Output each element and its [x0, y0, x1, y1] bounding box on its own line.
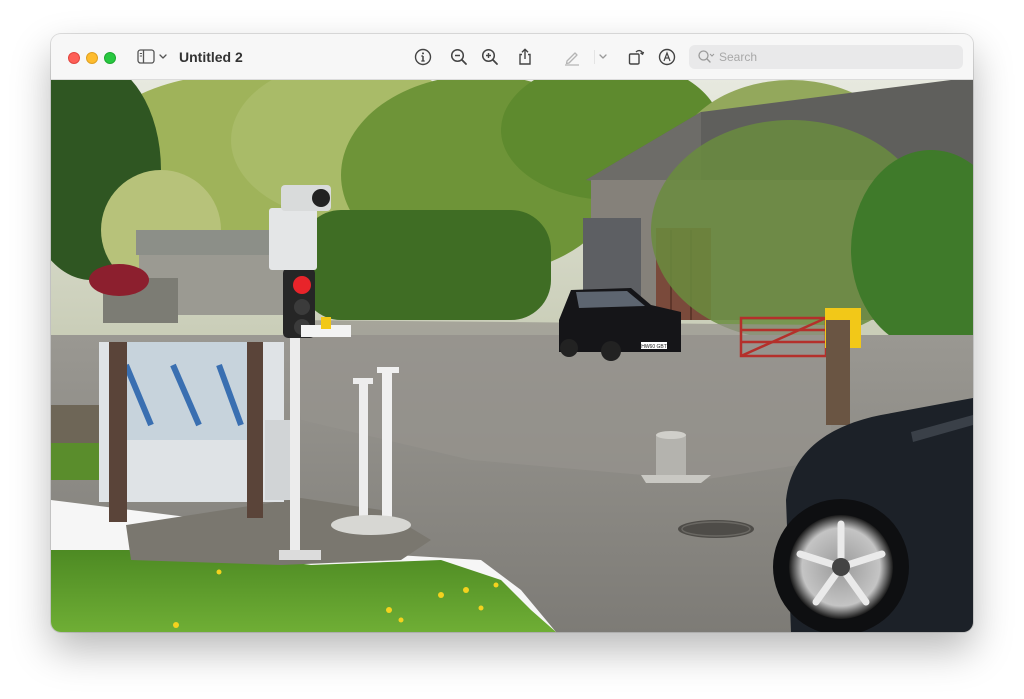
pen-icon	[565, 52, 579, 66]
share-button[interactable]	[515, 47, 535, 67]
share-icon	[519, 48, 531, 65]
search-input[interactable]	[719, 48, 955, 66]
zoom-in-button[interactable]	[480, 47, 500, 67]
zoom-out-icon	[450, 48, 467, 65]
svg-text:HW60 GBT: HW60 GBT	[641, 344, 667, 350]
zoom-out-button[interactable]	[449, 47, 469, 67]
markup-circle-icon	[658, 48, 676, 66]
chevron-down-icon	[709, 53, 715, 57]
sidebar-toggle-icon	[137, 49, 167, 64]
image-canvas: HW60 GBT	[51, 80, 973, 632]
info-button[interactable]	[413, 47, 433, 67]
stone-wall	[51, 405, 99, 443]
title-bar[interactable]: Untitled 2	[51, 34, 973, 80]
chevron-down-icon	[159, 54, 167, 59]
wooden-post	[826, 320, 850, 425]
annotate-button[interactable]	[657, 47, 677, 67]
red-shrub	[89, 264, 149, 296]
markup-menu-button[interactable]	[593, 47, 614, 67]
information-sign	[99, 342, 291, 522]
rotate-icon	[628, 49, 645, 65]
document-title: Untitled 2	[179, 49, 243, 65]
search-icon	[698, 50, 715, 63]
info-icon	[414, 48, 432, 66]
sidebar-toggle-button[interactable]	[137, 48, 169, 66]
preview-window: Untitled 2 Search HW60 GBT	[51, 34, 973, 632]
markup-button[interactable]	[562, 47, 582, 67]
chevron-down-icon	[593, 50, 607, 64]
rotate-button[interactable]	[626, 47, 646, 67]
hedge	[301, 210, 551, 320]
zoom-in-icon	[481, 48, 498, 65]
search-field[interactable]	[689, 45, 963, 69]
minimize-window-button[interactable]	[86, 52, 98, 64]
close-window-button[interactable]	[68, 52, 80, 64]
red-light	[293, 276, 311, 294]
driveway-photo: HW60 GBT	[51, 80, 973, 632]
zoom-window-button[interactable]	[104, 52, 116, 64]
